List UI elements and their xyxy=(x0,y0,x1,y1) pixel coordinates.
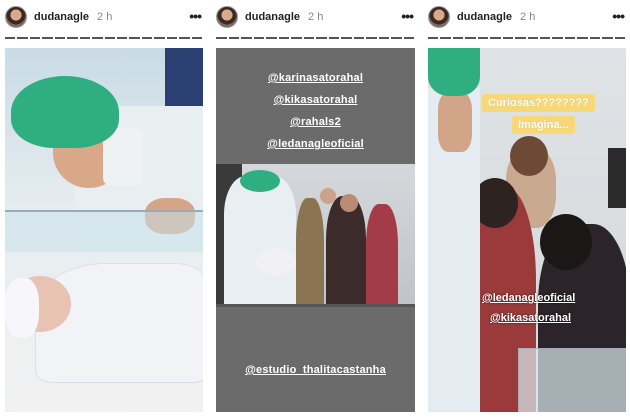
mention-tag[interactable]: @ledanagleoficial xyxy=(482,292,575,304)
photo-crib xyxy=(518,348,626,412)
story-photo[interactable] xyxy=(5,48,203,412)
story-photo[interactable]: @karinasatorahal @kikasatorahal @rahals2… xyxy=(216,48,415,412)
story-header: dudanagle 2 h ••• xyxy=(211,0,419,34)
photo-person-head xyxy=(510,136,548,176)
mention-tag[interactable]: @kikasatorahal xyxy=(490,312,571,324)
caption-line: Imagina... xyxy=(512,116,575,134)
avatar[interactable] xyxy=(428,6,450,28)
photo-person xyxy=(326,196,366,304)
story-progress-bar xyxy=(5,37,202,39)
photo-surgical-cap xyxy=(11,76,119,148)
mention-tag[interactable]: @karinasatorahal xyxy=(216,72,415,84)
photo-baby-cap xyxy=(5,278,39,338)
mention-tag[interactable]: @rahals2 xyxy=(216,116,415,128)
timestamp: 2 h xyxy=(520,11,536,23)
photo-doctor-face xyxy=(438,92,472,152)
photo-crib xyxy=(5,210,203,252)
story-panel-3[interactable]: dudanagle 2 h ••• Curiosas???????? Imagi… xyxy=(423,0,630,420)
photo-person xyxy=(608,148,626,208)
photo-person xyxy=(366,204,398,304)
timestamp: 2 h xyxy=(308,11,324,23)
photo-person xyxy=(296,198,324,304)
mention-tag[interactable]: @kikasatorahal xyxy=(216,94,415,106)
photo-surgical-cap xyxy=(240,170,280,192)
more-options-icon[interactable]: ••• xyxy=(612,8,625,24)
photo-person-head xyxy=(320,188,336,204)
story-progress-bar xyxy=(428,37,625,39)
avatar[interactable] xyxy=(5,6,27,28)
more-options-icon[interactable]: ••• xyxy=(189,8,202,24)
photo-person-head xyxy=(540,214,592,270)
story-photo[interactable]: Curiosas???????? Imagina... @ledanagleof… xyxy=(428,48,626,412)
mention-tag[interactable]: @ledanagleoficial xyxy=(216,138,415,150)
username[interactable]: dudanagle xyxy=(245,11,300,23)
timestamp: 2 h xyxy=(97,11,113,23)
username[interactable]: dudanagle xyxy=(457,11,512,23)
story-progress-bar xyxy=(216,37,414,39)
photo-divider xyxy=(216,304,415,307)
mention-tag[interactable]: @estudio_thalitacastanha xyxy=(216,364,415,376)
avatar[interactable] xyxy=(216,6,238,28)
caption-line: Curiosas???????? xyxy=(482,94,595,112)
username[interactable]: dudanagle xyxy=(34,11,89,23)
story-header: dudanagle 2 h ••• xyxy=(423,0,630,34)
story-panel-1[interactable]: dudanagle 2 h ••• xyxy=(0,0,207,420)
more-options-icon[interactable]: ••• xyxy=(401,8,414,24)
story-header: dudanagle 2 h ••• xyxy=(0,0,207,34)
photo-person-head xyxy=(340,194,358,212)
story-panel-2[interactable]: dudanagle 2 h ••• @karinasatorahal @kika… xyxy=(211,0,419,420)
photo-baby xyxy=(256,248,296,276)
photo-doctor xyxy=(224,176,296,304)
photo-surgical-cap xyxy=(428,48,480,96)
